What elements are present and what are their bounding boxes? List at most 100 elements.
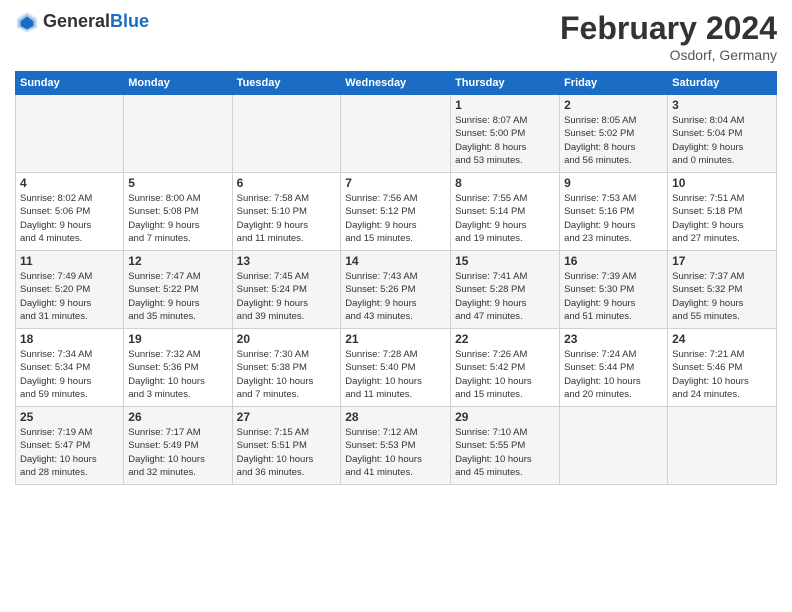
day-number: 27 (237, 410, 337, 424)
day-number: 11 (20, 254, 119, 268)
calendar-week-3: 11 Sunrise: 7:49 AMSunset: 5:20 PMDayligh… (16, 251, 777, 329)
day-info: Sunrise: 7:32 AMSunset: 5:36 PMDaylight:… (128, 348, 227, 401)
calendar-day-25: 25 Sunrise: 7:19 AMSunset: 5:47 PMDayligh… (16, 407, 124, 485)
day-number: 19 (128, 332, 227, 346)
day-number: 18 (20, 332, 119, 346)
day-number: 25 (20, 410, 119, 424)
logo-blue: Blue (110, 11, 149, 31)
calendar-week-2: 4 Sunrise: 8:02 AMSunset: 5:06 PMDaylight… (16, 173, 777, 251)
calendar-day-5: 5 Sunrise: 8:00 AMSunset: 5:08 PMDaylight… (124, 173, 232, 251)
calendar-day-8: 8 Sunrise: 7:55 AMSunset: 5:14 PMDaylight… (451, 173, 560, 251)
calendar-day-24: 24 Sunrise: 7:21 AMSunset: 5:46 PMDayligh… (668, 329, 777, 407)
day-info: Sunrise: 7:17 AMSunset: 5:49 PMDaylight:… (128, 426, 227, 479)
day-number: 20 (237, 332, 337, 346)
day-number: 9 (564, 176, 663, 190)
calendar-day-20: 20 Sunrise: 7:30 AMSunset: 5:38 PMDayligh… (232, 329, 341, 407)
calendar-day-14: 14 Sunrise: 7:43 AMSunset: 5:26 PMDayligh… (341, 251, 451, 329)
calendar-week-5: 25 Sunrise: 7:19 AMSunset: 5:47 PMDayligh… (16, 407, 777, 485)
day-info: Sunrise: 7:37 AMSunset: 5:32 PMDaylight:… (672, 270, 772, 323)
day-info: Sunrise: 7:41 AMSunset: 5:28 PMDaylight:… (455, 270, 555, 323)
day-number: 21 (345, 332, 446, 346)
day-info: Sunrise: 7:39 AMSunset: 5:30 PMDaylight:… (564, 270, 663, 323)
day-info: Sunrise: 7:47 AMSunset: 5:22 PMDaylight:… (128, 270, 227, 323)
day-number: 22 (455, 332, 555, 346)
day-number: 15 (455, 254, 555, 268)
calendar-day-15: 15 Sunrise: 7:41 AMSunset: 5:28 PMDayligh… (451, 251, 560, 329)
day-number: 10 (672, 176, 772, 190)
day-info: Sunrise: 7:21 AMSunset: 5:46 PMDaylight:… (672, 348, 772, 401)
day-number: 12 (128, 254, 227, 268)
empty-day-cell (560, 407, 668, 485)
day-info: Sunrise: 8:02 AMSunset: 5:06 PMDaylight:… (20, 192, 119, 245)
day-info: Sunrise: 7:56 AMSunset: 5:12 PMDaylight:… (345, 192, 446, 245)
calendar-day-1: 1 Sunrise: 8:07 AMSunset: 5:00 PMDaylight… (451, 95, 560, 173)
calendar-day-26: 26 Sunrise: 7:17 AMSunset: 5:49 PMDayligh… (124, 407, 232, 485)
logo-icon (15, 10, 39, 34)
location-subtitle: Osdorf, Germany (560, 47, 777, 63)
day-info: Sunrise: 7:43 AMSunset: 5:26 PMDaylight:… (345, 270, 446, 323)
day-info: Sunrise: 7:26 AMSunset: 5:42 PMDaylight:… (455, 348, 555, 401)
empty-day-cell (668, 407, 777, 485)
weekday-header-friday: Friday (560, 72, 668, 95)
calendar-day-13: 13 Sunrise: 7:45 AMSunset: 5:24 PMDayligh… (232, 251, 341, 329)
day-number: 26 (128, 410, 227, 424)
weekday-header-tuesday: Tuesday (232, 72, 341, 95)
day-number: 13 (237, 254, 337, 268)
calendar-day-10: 10 Sunrise: 7:51 AMSunset: 5:18 PMDayligh… (668, 173, 777, 251)
calendar-day-12: 12 Sunrise: 7:47 AMSunset: 5:22 PMDayligh… (124, 251, 232, 329)
day-info: Sunrise: 8:05 AMSunset: 5:02 PMDaylight:… (564, 114, 663, 167)
logo-text: GeneralBlue (43, 12, 149, 32)
calendar-day-23: 23 Sunrise: 7:24 AMSunset: 5:44 PMDayligh… (560, 329, 668, 407)
empty-day-cell (124, 95, 232, 173)
calendar-week-1: 1 Sunrise: 8:07 AMSunset: 5:00 PMDaylight… (16, 95, 777, 173)
day-number: 29 (455, 410, 555, 424)
calendar-day-11: 11 Sunrise: 7:49 AMSunset: 5:20 PMDayligh… (16, 251, 124, 329)
day-info: Sunrise: 7:30 AMSunset: 5:38 PMDaylight:… (237, 348, 337, 401)
weekday-header-wednesday: Wednesday (341, 72, 451, 95)
day-info: Sunrise: 7:15 AMSunset: 5:51 PMDaylight:… (237, 426, 337, 479)
calendar-day-4: 4 Sunrise: 8:02 AMSunset: 5:06 PMDaylight… (16, 173, 124, 251)
day-info: Sunrise: 7:10 AMSunset: 5:55 PMDaylight:… (455, 426, 555, 479)
day-info: Sunrise: 7:34 AMSunset: 5:34 PMDaylight:… (20, 348, 119, 401)
day-number: 14 (345, 254, 446, 268)
day-info: Sunrise: 7:19 AMSunset: 5:47 PMDaylight:… (20, 426, 119, 479)
header: GeneralBlue February 2024 Osdorf, German… (15, 10, 777, 63)
day-number: 8 (455, 176, 555, 190)
day-number: 28 (345, 410, 446, 424)
day-info: Sunrise: 7:45 AMSunset: 5:24 PMDaylight:… (237, 270, 337, 323)
day-number: 7 (345, 176, 446, 190)
day-info: Sunrise: 7:49 AMSunset: 5:20 PMDaylight:… (20, 270, 119, 323)
calendar-week-4: 18 Sunrise: 7:34 AMSunset: 5:34 PMDayligh… (16, 329, 777, 407)
month-year-title: February 2024 (560, 10, 777, 47)
day-info: Sunrise: 7:24 AMSunset: 5:44 PMDaylight:… (564, 348, 663, 401)
day-number: 24 (672, 332, 772, 346)
day-number: 2 (564, 98, 663, 112)
day-number: 23 (564, 332, 663, 346)
day-info: Sunrise: 7:58 AMSunset: 5:10 PMDaylight:… (237, 192, 337, 245)
empty-day-cell (16, 95, 124, 173)
day-info: Sunrise: 7:55 AMSunset: 5:14 PMDaylight:… (455, 192, 555, 245)
weekday-header-sunday: Sunday (16, 72, 124, 95)
day-number: 1 (455, 98, 555, 112)
weekday-header-thursday: Thursday (451, 72, 560, 95)
day-info: Sunrise: 8:07 AMSunset: 5:00 PMDaylight:… (455, 114, 555, 167)
weekday-header-row: SundayMondayTuesdayWednesdayThursdayFrid… (16, 72, 777, 95)
day-info: Sunrise: 7:28 AMSunset: 5:40 PMDaylight:… (345, 348, 446, 401)
day-number: 4 (20, 176, 119, 190)
day-info: Sunrise: 8:00 AMSunset: 5:08 PMDaylight:… (128, 192, 227, 245)
calendar-day-21: 21 Sunrise: 7:28 AMSunset: 5:40 PMDayligh… (341, 329, 451, 407)
logo: GeneralBlue (15, 10, 149, 34)
day-info: Sunrise: 7:51 AMSunset: 5:18 PMDaylight:… (672, 192, 772, 245)
day-number: 17 (672, 254, 772, 268)
day-number: 6 (237, 176, 337, 190)
day-info: Sunrise: 7:12 AMSunset: 5:53 PMDaylight:… (345, 426, 446, 479)
day-number: 3 (672, 98, 772, 112)
day-number: 5 (128, 176, 227, 190)
calendar-table: SundayMondayTuesdayWednesdayThursdayFrid… (15, 71, 777, 485)
day-info: Sunrise: 7:53 AMSunset: 5:16 PMDaylight:… (564, 192, 663, 245)
day-info: Sunrise: 8:04 AMSunset: 5:04 PMDaylight:… (672, 114, 772, 167)
calendar-day-29: 29 Sunrise: 7:10 AMSunset: 5:55 PMDayligh… (451, 407, 560, 485)
empty-day-cell (232, 95, 341, 173)
calendar-day-3: 3 Sunrise: 8:04 AMSunset: 5:04 PMDaylight… (668, 95, 777, 173)
title-block: February 2024 Osdorf, Germany (560, 10, 777, 63)
